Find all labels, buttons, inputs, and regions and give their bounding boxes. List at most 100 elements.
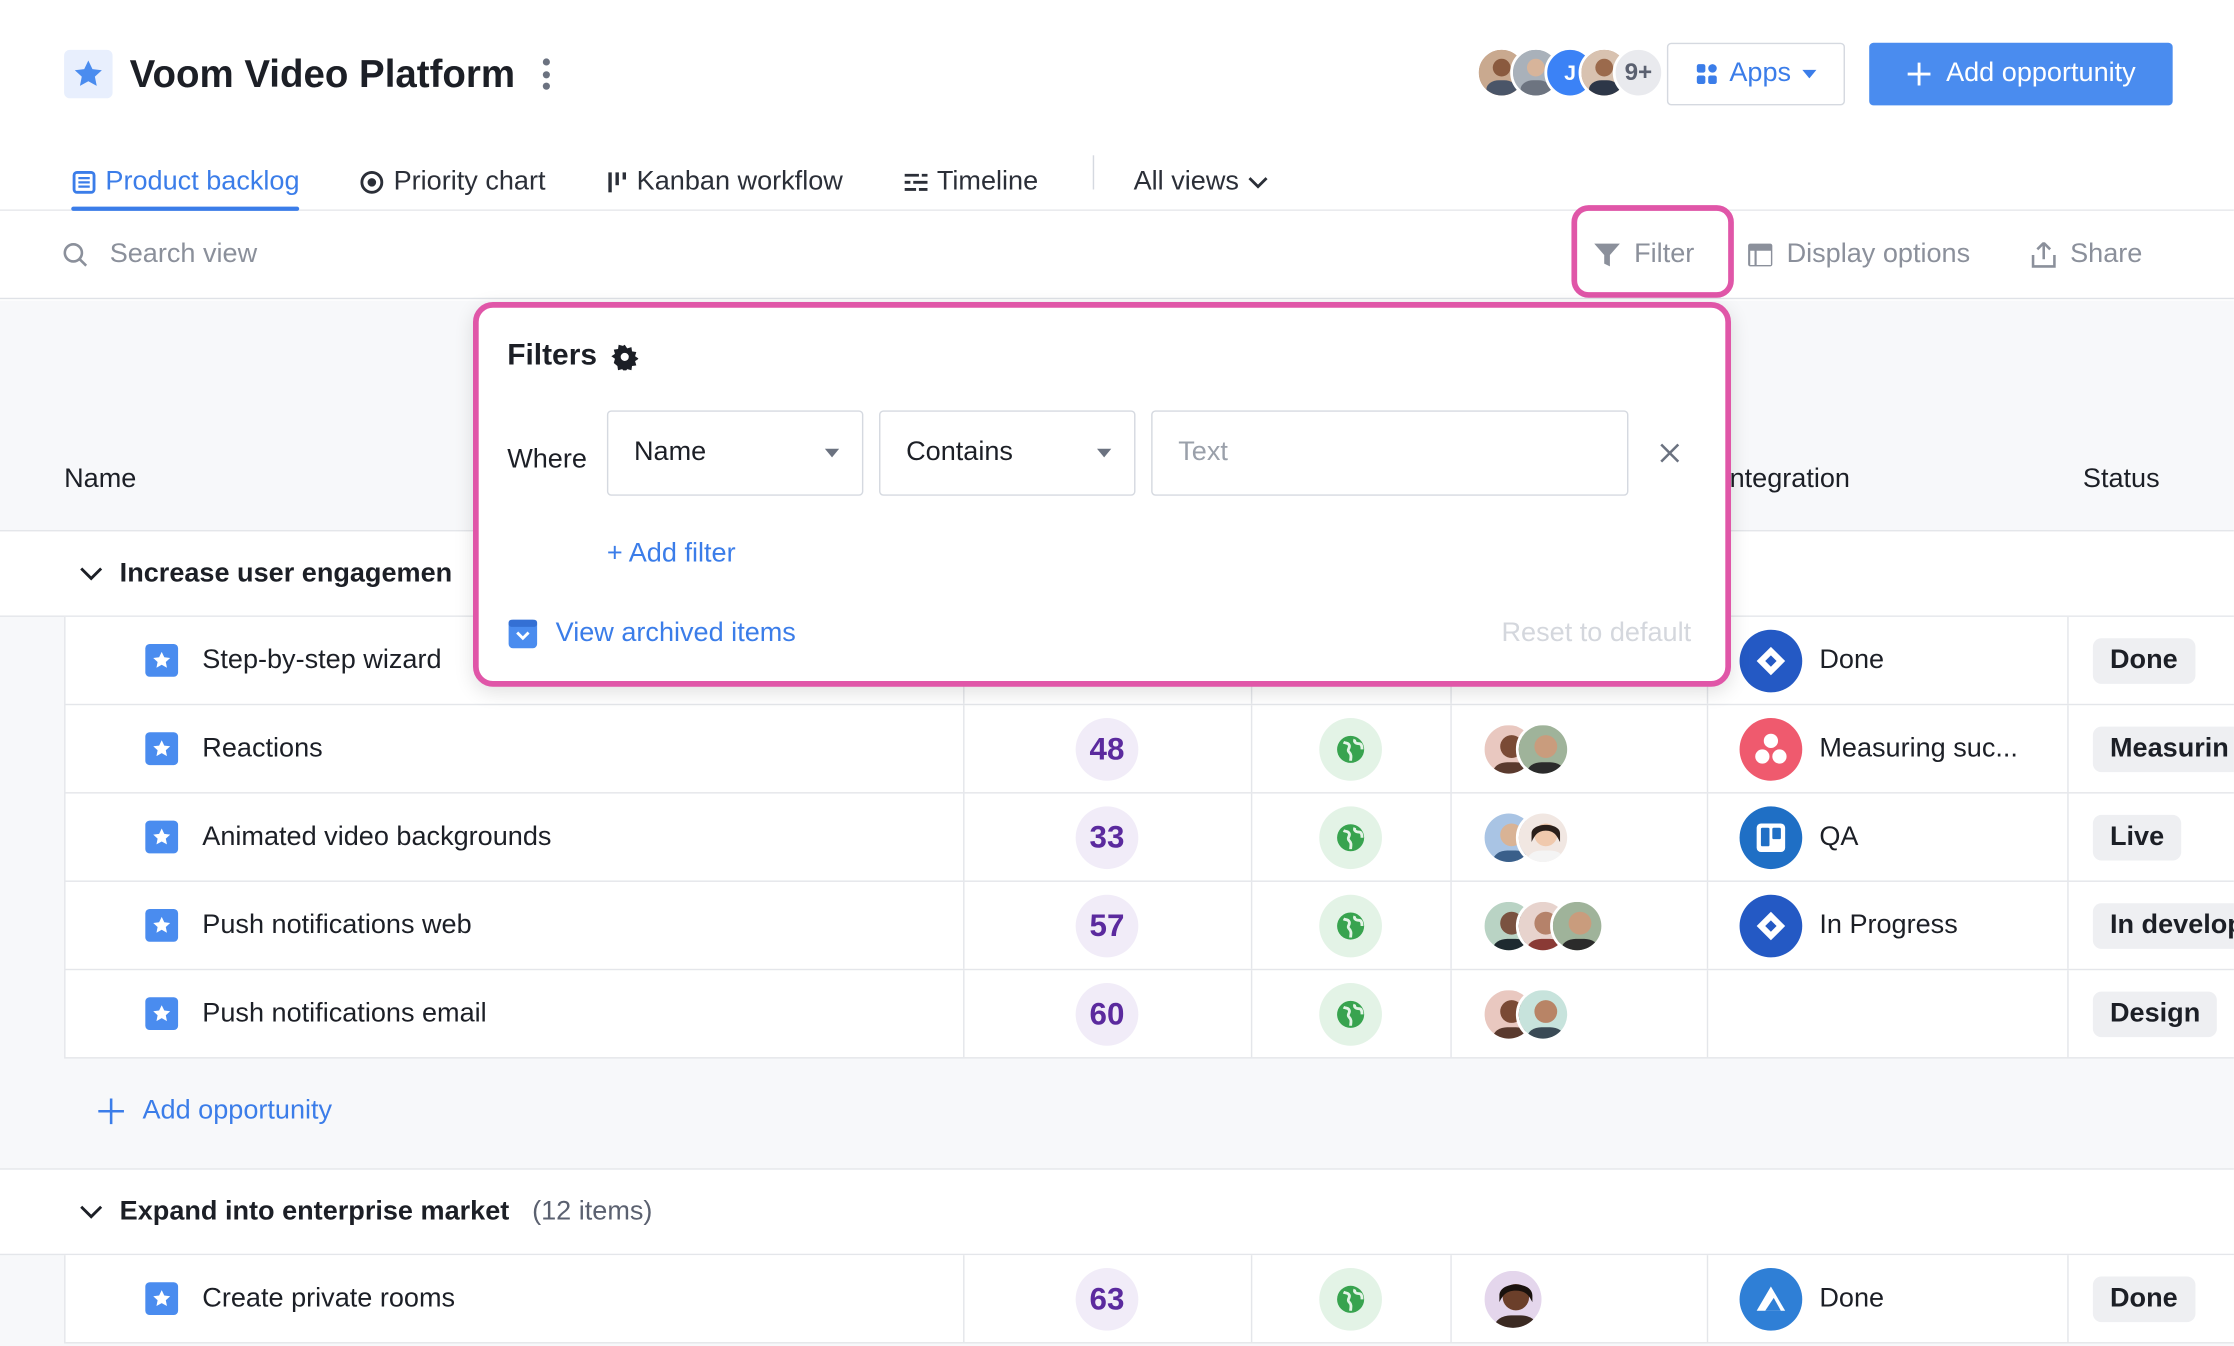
opportunity-star-icon: [145, 908, 179, 942]
status-badge[interactable]: Measurin: [2092, 725, 2234, 772]
score-badge: 63: [1075, 1267, 1139, 1330]
table-row[interactable]: Create private rooms 63 Done Done: [65, 1255, 2234, 1344]
status-badge[interactable]: Done: [2092, 1275, 2195, 1322]
integration-status: Done: [1819, 644, 1885, 675]
search-view[interactable]: Search view: [63, 239, 257, 270]
timeline-icon: [904, 173, 927, 191]
kanban-icon: [608, 172, 626, 193]
assignees[interactable]: [1481, 721, 1571, 776]
opportunity-star-icon: [145, 997, 179, 1031]
avatar-overflow-count[interactable]: 9+: [1612, 47, 1665, 99]
page-header: Voom Video Platform J 9+ Apps Add opport…: [0, 0, 2234, 211]
project-star-icon: [64, 49, 113, 99]
tab-divider: [1092, 155, 1094, 190]
display-options-button[interactable]: Display options: [1747, 239, 1970, 270]
close-icon[interactable]: [1656, 439, 1684, 467]
globe-icon: [1319, 893, 1382, 957]
project-menu-icon[interactable]: [531, 54, 559, 94]
caret-down-icon: [1802, 69, 1817, 79]
opportunity-name[interactable]: Step-by-step wizard: [202, 645, 441, 676]
field-select-value: Name: [633, 437, 707, 468]
share-icon: [2031, 241, 2056, 267]
column-header-name[interactable]: Name: [64, 464, 136, 495]
globe-icon: [1319, 717, 1382, 781]
group-count: (12 items): [532, 1196, 653, 1227]
opportunity-name[interactable]: Animated video backgrounds: [202, 821, 551, 852]
tab-label: Kanban workflow: [636, 166, 843, 197]
opportunity-name[interactable]: Reactions: [202, 733, 322, 764]
operator-select[interactable]: Contains: [879, 410, 1136, 496]
group-table: Create private rooms 63 Done Done: [64, 1255, 2234, 1344]
score-badge: 48: [1075, 717, 1139, 781]
view-toolbar: Search view Filter Display options Share: [0, 212, 2234, 300]
add-opportunity-label: Add opportunity: [1946, 58, 2136, 89]
gear-icon[interactable]: [611, 343, 639, 370]
tab-product-backlog[interactable]: Product backlog: [71, 142, 300, 211]
score-badge: 60: [1075, 982, 1139, 1046]
opportunity-star-icon: [145, 643, 179, 677]
column-header-status[interactable]: Status: [2083, 464, 2160, 495]
list-icon: [72, 170, 96, 194]
display-options-label: Display options: [1786, 239, 1971, 270]
opportunity-name[interactable]: Push notifications email: [202, 998, 486, 1029]
reset-to-default-button[interactable]: Reset to default: [1502, 618, 1692, 649]
table-row[interactable]: Push notifications web 57 In Progress In…: [65, 881, 2234, 971]
view-archived-items-link[interactable]: View archived items: [507, 618, 796, 649]
column-header-integration[interactable]: ntegration: [1730, 464, 1850, 495]
opportunity-star-icon: [145, 1282, 179, 1315]
assignees[interactable]: [1481, 898, 1605, 953]
opportunity-name[interactable]: Create private rooms: [202, 1283, 455, 1314]
jira-icon: [1739, 893, 1803, 957]
chevron-down-icon[interactable]: [80, 567, 103, 581]
search-placeholder: Search view: [109, 239, 258, 270]
member-avatars[interactable]: J 9+: [1475, 47, 1665, 101]
apps-label: Apps: [1729, 58, 1792, 89]
table-row[interactable]: Push notifications email 60 Design: [65, 970, 2234, 1059]
status-badge[interactable]: Design: [2092, 990, 2218, 1037]
add-opportunity-label: Add opportunity: [142, 1095, 333, 1126]
globe-icon: [1319, 1267, 1382, 1330]
group-header[interactable]: Expand into enterprise market (12 items): [0, 1168, 2234, 1256]
chevron-down-icon[interactable]: [80, 1205, 103, 1219]
apps-grid-icon: [1696, 64, 1717, 85]
integration-status: Done: [1819, 1282, 1885, 1313]
assignees[interactable]: [1481, 1267, 1545, 1330]
target-icon: [360, 170, 384, 194]
assignees[interactable]: [1481, 809, 1571, 865]
group-title: Expand into enterprise market: [119, 1196, 510, 1227]
tab-label: Product backlog: [105, 166, 300, 197]
share-label: Share: [2070, 239, 2143, 270]
add-opportunity-button[interactable]: Add opportunity: [1869, 42, 2173, 106]
trello-icon: [1739, 805, 1803, 869]
add-filter-link[interactable]: + Add filter: [607, 539, 736, 570]
filter-text-input[interactable]: [1151, 410, 1629, 496]
status-badge[interactable]: Live: [2092, 814, 2182, 860]
project-title: Voom Video Platform: [129, 52, 516, 96]
caret-down-icon: [1097, 448, 1112, 458]
plus-icon: [1907, 62, 1931, 86]
status-badge[interactable]: In develop: [2092, 902, 2234, 949]
status-badge[interactable]: Done: [2092, 637, 2195, 684]
all-views-label: All views: [1133, 166, 1239, 197]
add-opportunity-row[interactable]: Add opportunity: [97, 1096, 332, 1127]
filters-popover: Filters Where Name Contains + Add filter…: [473, 302, 1732, 687]
view-archived-label: View archived items: [555, 618, 796, 649]
field-select[interactable]: Name: [606, 410, 864, 496]
assignees[interactable]: [1481, 986, 1571, 1041]
apps-button[interactable]: Apps: [1666, 42, 1845, 106]
table-row[interactable]: Animated video backgrounds 33 QA Live: [65, 793, 2234, 882]
tab-priority-chart[interactable]: Priority chart: [359, 142, 546, 210]
opportunity-name[interactable]: Push notifications web: [202, 910, 471, 941]
group-title: Increase user engagemen: [119, 558, 453, 589]
all-views-dropdown[interactable]: All views: [1134, 142, 1268, 210]
table-row[interactable]: Reactions 48 Measuring suc... Measurin: [65, 705, 2234, 794]
tab-kanban-workflow[interactable]: Kanban workflow: [605, 142, 843, 210]
opportunity-star-icon: [145, 732, 179, 766]
chevron-down-icon: [1247, 177, 1267, 189]
globe-icon: [1319, 805, 1382, 869]
share-button[interactable]: Share: [2030, 239, 2142, 270]
integration-status: QA: [1819, 821, 1859, 852]
view-tabs: Product backlog Priority chart Kanban wo…: [71, 142, 1327, 211]
tab-timeline[interactable]: Timeline: [903, 142, 1038, 210]
filter-highlight-outline: [1571, 205, 1734, 298]
